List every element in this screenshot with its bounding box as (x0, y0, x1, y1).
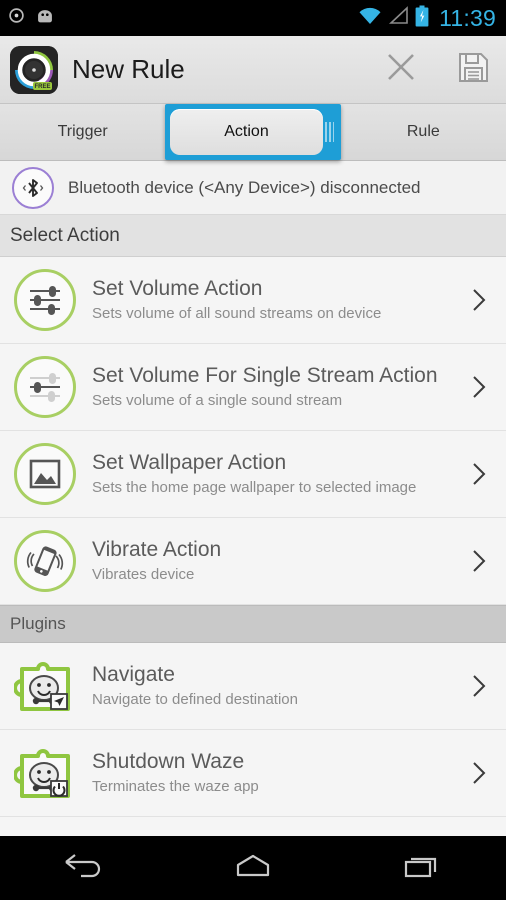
list-item-vibrate-action[interactable]: Vibrate Action Vibrates device (0, 518, 506, 605)
list-item-title: Set Volume For Single Stream Action (92, 363, 438, 387)
list-item-set-volume-action[interactable]: Set Volume Action Sets volume of all sou… (0, 257, 506, 344)
list-item-subtitle: Navigate to defined destination (92, 690, 298, 708)
plugin-list: Navigate Navigate to defined destination (0, 643, 506, 817)
app-logo-icon: FREE (10, 45, 58, 94)
back-button[interactable] (39, 844, 129, 892)
recents-button[interactable] (377, 844, 467, 892)
circle-dot-icon (8, 7, 25, 29)
action-list: Set Volume Action Sets volume of all sou… (0, 257, 506, 605)
list-item-set-volume-single-stream-action[interactable]: Set Volume For Single Stream Action Sets… (0, 344, 506, 431)
tab-rule-label: Rule (406, 123, 440, 140)
sliders-icon (12, 267, 78, 333)
tab-trigger-label: Trigger (57, 123, 108, 140)
list-item-title: Set Volume Action (92, 276, 263, 300)
tab-grip-handle[interactable] (324, 122, 334, 142)
status-bar-right-icons: 11:39 (358, 5, 498, 32)
android-screen: 11:39 FREE New Rule Trigger Action Rule … (0, 0, 506, 900)
list-item-shutdown-waze-plugin[interactable]: Shutdown Waze Terminates the waze app (0, 730, 506, 817)
save-button[interactable] (452, 49, 494, 91)
status-bar: 11:39 (0, 0, 506, 36)
section-header-select-action: Select Action (0, 215, 506, 257)
system-navigation-bar (0, 836, 506, 900)
cancel-button[interactable] (380, 49, 422, 91)
list-item-title: Vibrate Action (92, 537, 222, 561)
list-item-text: Set Volume For Single Stream Action Sets… (92, 364, 462, 411)
chevron-right-icon (462, 546, 496, 576)
list-item-text: Set Volume Action Sets volume of all sou… (92, 277, 462, 324)
tab-trigger[interactable]: Trigger (0, 104, 165, 160)
tab-rule[interactable]: Rule (341, 104, 506, 160)
trigger-summary-text: Bluetooth device (<Any Device>) disconne… (68, 177, 421, 197)
list-item-subtitle: Sets volume of all sound streams on devi… (92, 304, 382, 322)
list-item-set-wallpaper-action[interactable]: Set Wallpaper Action Sets the home page … (0, 431, 506, 518)
close-icon (384, 50, 418, 89)
chevron-right-icon (462, 758, 496, 788)
list-item-title: Navigate (92, 662, 175, 686)
status-bar-clock: 11:39 (439, 4, 496, 31)
android-head-icon (35, 8, 55, 28)
list-item-subtitle: Terminates the waze app (92, 777, 259, 795)
list-item-subtitle: Sets volume of a single sound stream (92, 391, 343, 409)
sliders-icon (12, 354, 78, 420)
page-title: New Rule (72, 54, 185, 84)
list-item-title: Shutdown Waze (92, 749, 245, 773)
list-item-subtitle: Vibrates device (92, 565, 195, 583)
bluetooth-icon (12, 166, 54, 209)
list-item-subtitle: Sets the home page wallpaper to selected… (92, 478, 417, 496)
chevron-right-icon (462, 671, 496, 701)
battery-charging-icon (415, 5, 429, 32)
chevron-right-icon (462, 459, 496, 489)
signal-icon (388, 6, 409, 30)
action-bar-buttons (380, 49, 494, 91)
recents-icon (400, 851, 444, 886)
tab-action-label: Action (170, 109, 323, 155)
image-icon (12, 441, 78, 507)
section-header-plugins: Plugins (0, 605, 506, 643)
svg-text:FREE: FREE (34, 84, 50, 90)
waze-shutdown-plugin-icon (12, 740, 78, 806)
list-item-text: Vibrate Action Vibrates device (92, 538, 462, 585)
save-icon (457, 51, 490, 89)
back-icon (62, 851, 106, 886)
list-item-navigate-plugin[interactable]: Navigate Navigate to defined destination (0, 643, 506, 730)
list-item-text: Set Wallpaper Action Sets the home page … (92, 451, 462, 498)
chevron-right-icon (462, 285, 496, 315)
chevron-right-icon (462, 372, 496, 402)
tab-bar: Trigger Action Rule (0, 104, 506, 161)
trigger-summary-row[interactable]: Bluetooth device (<Any Device>) disconne… (0, 161, 506, 215)
status-bar-left-icons (8, 7, 55, 29)
list-item-text: Navigate Navigate to defined destination (92, 663, 462, 710)
home-icon (231, 851, 275, 886)
tab-action[interactable]: Action (165, 104, 341, 160)
home-button[interactable] (208, 844, 298, 892)
list-item-text: Shutdown Waze Terminates the waze app (92, 750, 462, 797)
vibrate-icon (12, 528, 78, 594)
action-bar: FREE New Rule (0, 36, 506, 104)
waze-navigate-plugin-icon (12, 653, 78, 719)
wifi-icon (358, 6, 382, 30)
list-item-title: Set Wallpaper Action (92, 450, 287, 474)
